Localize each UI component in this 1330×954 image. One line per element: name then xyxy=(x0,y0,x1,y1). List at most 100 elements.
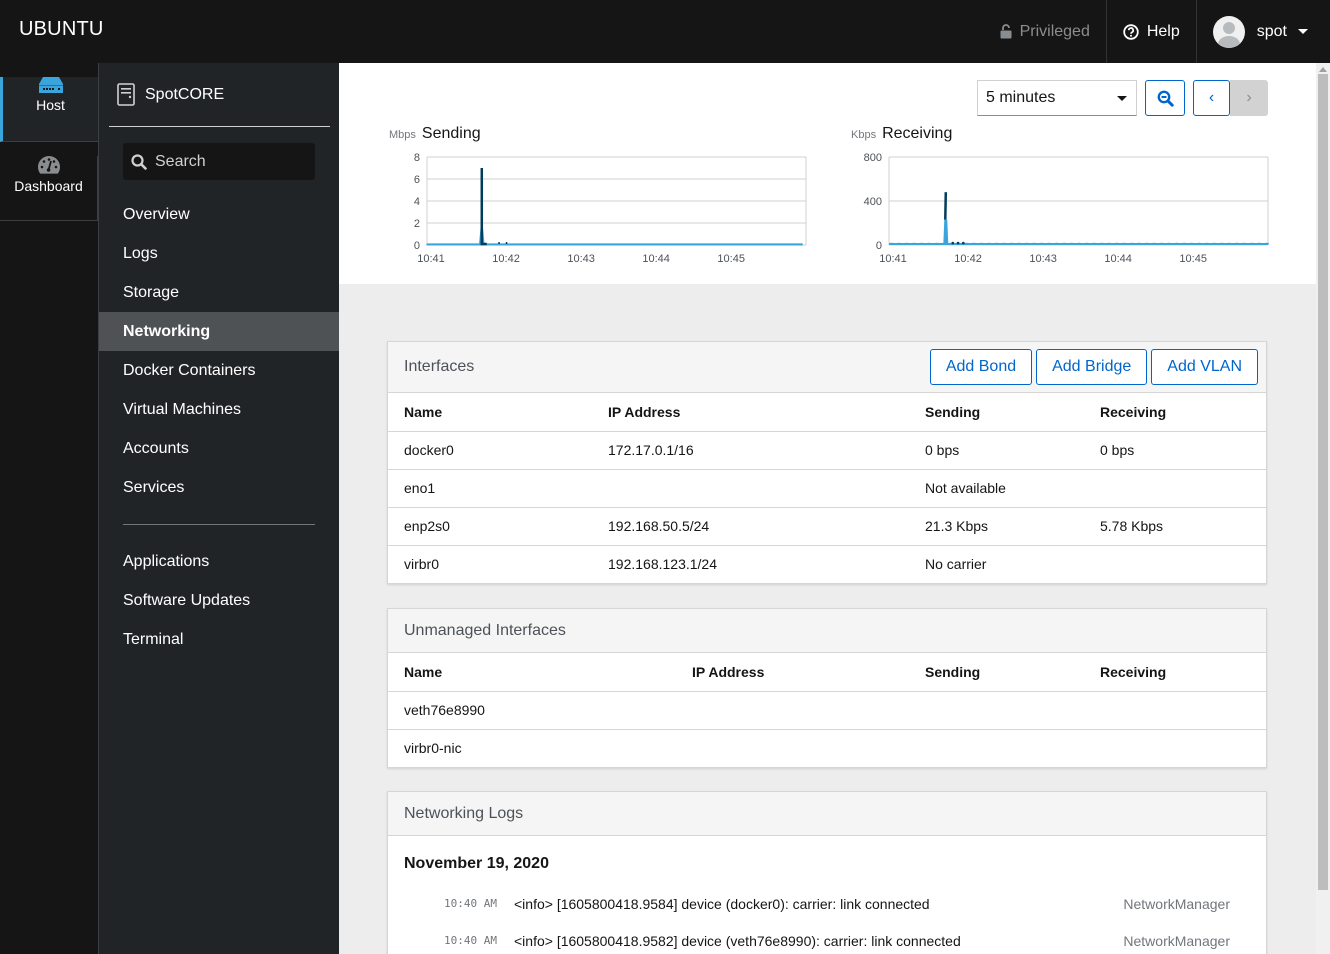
x-tick-label: 10:43 xyxy=(567,253,595,265)
column-header-name[interactable]: Name xyxy=(388,393,592,432)
unmanaged-title: Unmanaged Interfaces xyxy=(404,621,566,639)
column-header-ip[interactable]: IP Address xyxy=(592,393,909,432)
column-header-receiving[interactable]: Receiving xyxy=(1084,653,1266,692)
log-entry[interactable]: 10:40 AM <info> [1605800418.9582] device… xyxy=(388,922,1266,954)
brand-title: UBUNTU xyxy=(19,18,104,40)
help-button[interactable]: Help xyxy=(1105,0,1196,63)
sidebar-item-terminal[interactable]: Terminal xyxy=(99,620,339,659)
unmanaged-interfaces-card: Unmanaged Interfaces Name IP Address Sen… xyxy=(387,608,1267,768)
iface-ip: 192.168.123.1/24 xyxy=(608,556,717,573)
iface-receiving xyxy=(1084,729,1266,767)
next-range-button[interactable]: › xyxy=(1230,80,1268,116)
iface-sending: 0 bps xyxy=(909,431,1084,470)
sidebar-item-accounts[interactable]: Accounts xyxy=(99,429,339,468)
sidebar-item-overview[interactable]: Overview xyxy=(99,195,339,234)
y-tick-label: 6 xyxy=(414,174,420,186)
divider xyxy=(109,126,330,127)
privileged-button[interactable]: Privileged xyxy=(984,0,1106,63)
nav-rail: Host Dashboard xyxy=(0,63,98,954)
column-header-ip[interactable]: IP Address xyxy=(676,653,909,692)
table-row[interactable]: veth76e8990 xyxy=(388,691,1266,730)
search-icon xyxy=(131,153,147,170)
search-input[interactable]: Search xyxy=(123,143,315,180)
iface-sending xyxy=(909,729,1084,767)
masthead: UBUNTU Privileged Help spot xyxy=(0,0,1330,63)
previous-range-button[interactable]: ‹ xyxy=(1193,80,1230,116)
iface-ip: 192.168.50.5/24 xyxy=(592,507,909,546)
y-tick-label: 0 xyxy=(414,240,420,252)
sending-chart-svg: 0 2 4 6 8 10:41 10:42 10:43 10:44 10:45 xyxy=(414,152,807,265)
data-point xyxy=(961,241,965,245)
server-icon xyxy=(38,77,63,93)
menu-divider xyxy=(123,524,315,525)
user-name: spot xyxy=(1256,22,1287,40)
iface-name: veth76e8990 xyxy=(388,691,676,730)
page-scrollbar[interactable] xyxy=(1316,63,1330,954)
data-point xyxy=(951,241,955,245)
y-tick-label: 8 xyxy=(414,152,420,164)
rail-item-host[interactable]: Host xyxy=(0,77,98,142)
log-source: NetworkManager xyxy=(1123,895,1230,912)
caret-down-icon xyxy=(1117,96,1127,101)
y-tick-label: 2 xyxy=(414,218,420,230)
column-header-receiving[interactable]: Receiving xyxy=(1084,393,1266,432)
table-row[interactable]: eno1 Not available xyxy=(388,469,1266,508)
chevron-left-icon: ‹ xyxy=(1208,89,1215,106)
sidebar-item-software-updates[interactable]: Software Updates xyxy=(99,581,339,620)
sidebar-item-virtual-machines[interactable]: Virtual Machines xyxy=(99,390,339,429)
sidebar-item-storage[interactable]: Storage xyxy=(99,273,339,312)
log-source: NetworkManager xyxy=(1123,932,1230,949)
iface-receiving: 5.78 Kbps xyxy=(1084,507,1266,546)
receiving-chart-svg: 0 400 800 10:41 10:42 10:43 10:44 10:45 xyxy=(864,152,1270,265)
add-vlan-button[interactable]: Add VLAN xyxy=(1151,349,1258,385)
iface-name: docker0 xyxy=(388,431,592,470)
interfaces-title: Interfaces xyxy=(404,358,475,375)
column-header-sending[interactable]: Sending xyxy=(909,653,1084,692)
host-switcher[interactable]: SpotCORE xyxy=(117,83,224,106)
log-entry[interactable]: 10:40 AM <info> [1605800418.9584] device… xyxy=(388,885,1266,922)
interfaces-table: Name IP Address Sending Receiving docker… xyxy=(388,393,1266,583)
column-header-name[interactable]: Name xyxy=(388,653,676,692)
log-date-heading: November 19, 2020 xyxy=(404,855,549,872)
zoom-out-icon xyxy=(1157,90,1174,107)
table-row[interactable]: enp2s0 192.168.50.5/24 21.3 Kbps 5.78 Kb… xyxy=(388,507,1266,546)
iface-sending: 21.3 Kbps xyxy=(909,507,1084,546)
log-time: 10:40 AM xyxy=(444,897,497,910)
x-tick-label: 10:45 xyxy=(1179,253,1207,265)
column-header-sending[interactable]: Sending xyxy=(909,393,1084,432)
add-bond-button[interactable]: Add Bond xyxy=(929,349,1033,385)
sidebar-item-logs[interactable]: Logs xyxy=(99,234,339,273)
privileged-label: Privileged xyxy=(1019,22,1090,40)
table-row[interactable]: virbr0 192.168.123.1/24 No carrier xyxy=(388,545,1266,583)
sidebar-item-services[interactable]: Services xyxy=(99,468,339,507)
data-point xyxy=(505,242,508,244)
x-tick-label: 10:42 xyxy=(954,253,982,265)
log-message: <info> [1605800418.9584] device (docker0… xyxy=(514,895,930,912)
user-menu[interactable]: spot xyxy=(1195,0,1330,63)
spike-area xyxy=(943,219,949,245)
scrollbar-thumb[interactable] xyxy=(1318,74,1328,890)
caret-down-icon xyxy=(1298,29,1308,34)
sidebar-item-applications[interactable]: Applications xyxy=(99,542,339,581)
rail-item-dashboard[interactable]: Dashboard xyxy=(0,156,98,221)
series-line-top xyxy=(944,192,948,220)
table-row[interactable]: virbr0-nic xyxy=(388,729,1266,767)
help-label: Help xyxy=(1146,22,1180,40)
search-placeholder: Search xyxy=(155,152,206,170)
scroll-up-arrow-icon[interactable] xyxy=(1319,67,1327,72)
x-tick-label: 10:41 xyxy=(879,253,907,265)
iface-name: virbr0 xyxy=(404,556,440,573)
iface-name: eno1 xyxy=(388,469,592,508)
x-tick-label: 10:44 xyxy=(1104,253,1132,265)
y-tick-label: 4 xyxy=(414,196,420,208)
sidebar-item-networking[interactable]: Networking xyxy=(99,312,339,351)
log-time: 10:40 AM xyxy=(444,934,497,947)
log-message: <info> [1605800418.9582] device (veth76e… xyxy=(514,932,961,949)
table-row[interactable]: docker0 172.17.0.1/16 0 bps 0 bps xyxy=(388,431,1266,470)
time-range-select[interactable]: 5 minutes xyxy=(977,80,1137,116)
sidebar-item-docker-containers[interactable]: Docker Containers xyxy=(99,351,339,390)
traffic-charts: 5 minutes ‹ › Mbps Sending 0 2 4 6 8 10:41 10:4… xyxy=(339,63,1316,284)
rail-label-host: Host xyxy=(36,97,65,113)
zoom-out-button[interactable] xyxy=(1145,80,1185,116)
add-bridge-button[interactable]: Add Bridge xyxy=(1036,349,1148,385)
